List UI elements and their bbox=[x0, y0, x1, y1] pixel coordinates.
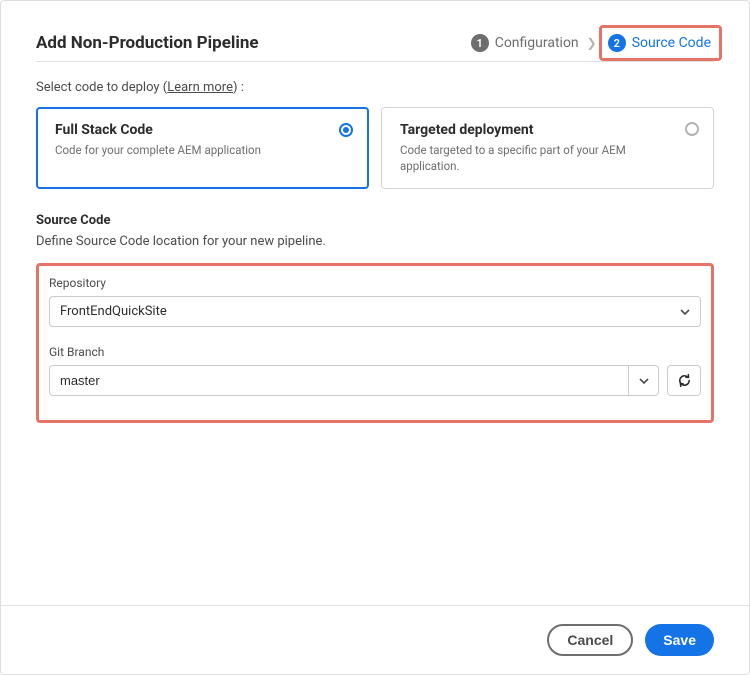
refresh-button[interactable] bbox=[667, 365, 701, 396]
modal-footer: Cancel Save bbox=[1, 605, 749, 674]
step-source-code[interactable]: 2 Source Code bbox=[608, 34, 711, 52]
page-title: Add Non-Production Pipeline bbox=[36, 33, 259, 53]
option-title: Targeted deployment bbox=[400, 122, 663, 138]
git-branch-label: Git Branch bbox=[49, 345, 701, 359]
save-button[interactable]: Save bbox=[645, 624, 714, 656]
git-branch-field: Git Branch bbox=[49, 345, 701, 396]
prompt-text-suffix: ) : bbox=[233, 80, 244, 95]
highlight-step-source-code: 2 Source Code bbox=[599, 25, 722, 61]
option-desc: Code targeted to a specific part of your… bbox=[400, 142, 663, 174]
repository-label: Repository bbox=[49, 276, 701, 290]
learn-more-link[interactable]: Learn more bbox=[167, 80, 233, 95]
repository-field: Repository FrontEndQuickSite bbox=[49, 276, 701, 327]
step-configuration[interactable]: 1 Configuration bbox=[471, 34, 579, 52]
chevron-down-icon bbox=[639, 378, 649, 384]
option-targeted-deployment[interactable]: Targeted deployment Code targeted to a s… bbox=[381, 107, 714, 189]
git-branch-row bbox=[49, 365, 701, 396]
modal-header: Add Non-Production Pipeline 1 Configurat… bbox=[36, 31, 714, 62]
step-indicator: 1 Configuration ❯ 2 Source Code bbox=[471, 31, 714, 55]
modal-content: Add Non-Production Pipeline 1 Configurat… bbox=[1, 1, 749, 605]
option-full-stack-code[interactable]: Full Stack Code Code for your complete A… bbox=[36, 107, 369, 189]
cancel-button[interactable]: Cancel bbox=[547, 624, 633, 656]
deploy-options: Full Stack Code Code for your complete A… bbox=[36, 107, 714, 189]
chevron-right-icon: ❯ bbox=[587, 36, 597, 50]
git-branch-dropdown-button[interactable] bbox=[628, 366, 658, 395]
refresh-icon bbox=[677, 373, 692, 388]
git-branch-input[interactable] bbox=[50, 366, 628, 395]
source-code-desc: Define Source Code location for your new… bbox=[36, 234, 714, 249]
prompt-text-prefix: Select code to deploy ( bbox=[36, 80, 167, 95]
radio-icon bbox=[685, 122, 699, 136]
deploy-prompt: Select code to deploy (Learn more) : bbox=[36, 80, 714, 95]
chevron-down-icon bbox=[680, 309, 690, 315]
add-pipeline-modal: Add Non-Production Pipeline 1 Configurat… bbox=[0, 0, 750, 675]
step-number: 2 bbox=[608, 34, 626, 52]
repository-select[interactable]: FrontEndQuickSite bbox=[49, 296, 701, 327]
source-code-heading: Source Code bbox=[36, 213, 714, 228]
option-desc: Code for your complete AEM application bbox=[55, 142, 318, 158]
step-number: 1 bbox=[471, 34, 489, 52]
repository-value: FrontEndQuickSite bbox=[60, 304, 167, 319]
git-branch-combobox bbox=[49, 365, 659, 396]
step-label: Source Code bbox=[632, 35, 711, 51]
highlight-source-fields: Repository FrontEndQuickSite Git Branch bbox=[36, 263, 714, 423]
radio-icon bbox=[339, 123, 353, 137]
option-title: Full Stack Code bbox=[55, 122, 318, 138]
step-label: Configuration bbox=[495, 35, 579, 51]
